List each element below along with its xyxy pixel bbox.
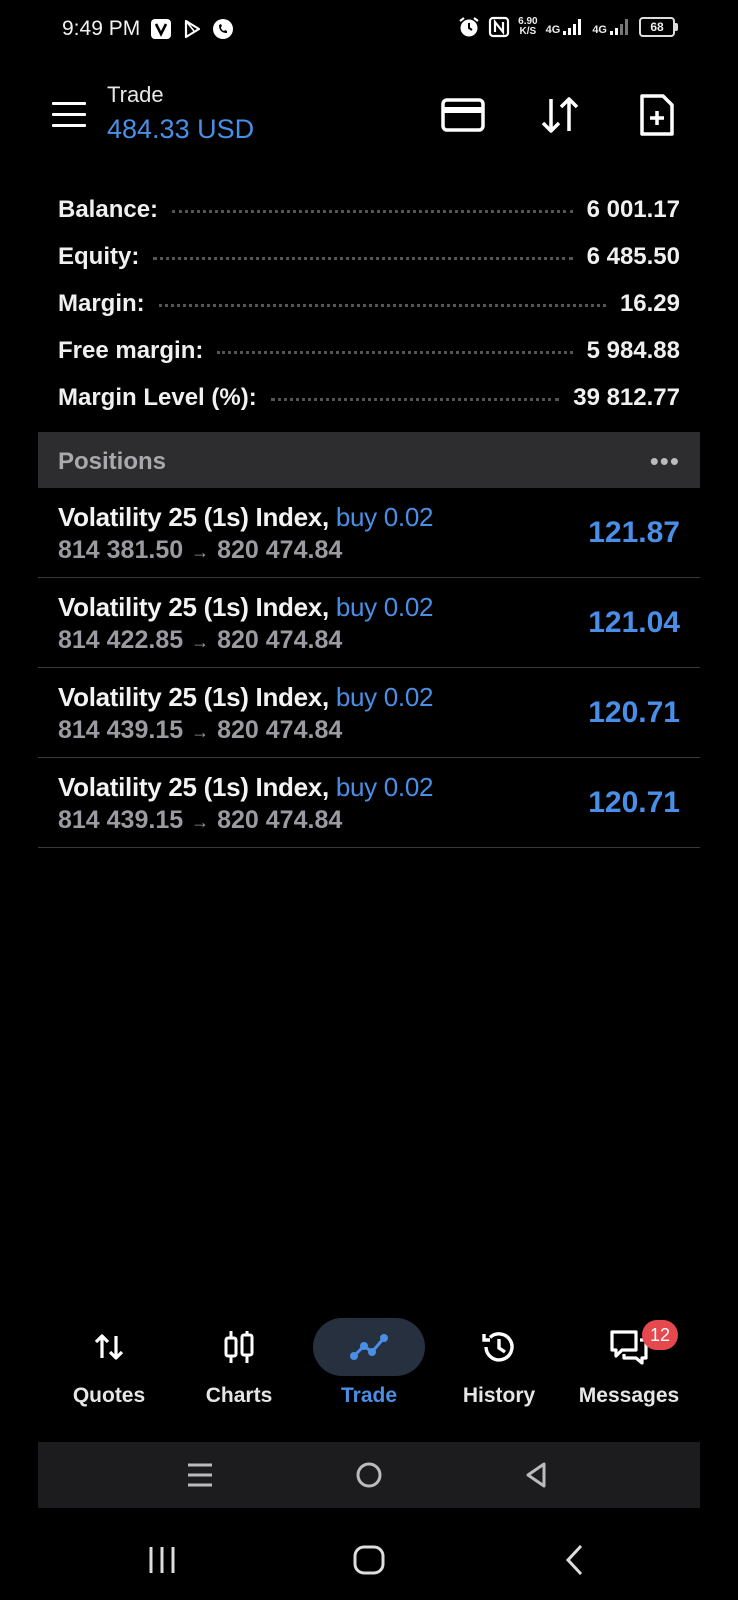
home-square-icon [353, 1545, 385, 1575]
position-side: buy 0.02 [335, 682, 434, 712]
position-symbol: Volatility 25 (1s) Index, [58, 592, 329, 622]
new-order-button[interactable] [632, 90, 682, 140]
arrow-right-icon: → [191, 632, 210, 652]
nav-history[interactable]: History [434, 1310, 564, 1420]
deposit-card-button[interactable] [438, 90, 488, 140]
signal-bars-icon [563, 19, 582, 35]
trend-line-icon [350, 1334, 388, 1360]
menu-lines-icon [188, 1463, 212, 1487]
account-summary: Balance: 6 001.17 Equity: 6 485.50 Margin:… [58, 186, 680, 421]
position-symbol: Volatility 25 (1s) Index, [58, 502, 329, 532]
phone-call-icon [213, 19, 233, 39]
battery-level: 68 [639, 17, 675, 37]
play-store-icon [184, 19, 201, 39]
v-app-icon [151, 19, 171, 39]
position-row[interactable]: Volatility 25 (1s) Index, buy 0.02 814 4… [38, 758, 700, 848]
position-profit: 120.71 [588, 696, 680, 729]
position-row[interactable]: Volatility 25 (1s) Index, buy 0.02 814 4… [38, 668, 700, 758]
alarm-icon [459, 17, 479, 37]
position-symbol: Volatility 25 (1s) Index, [58, 682, 329, 712]
arrow-right-icon: → [191, 812, 210, 832]
status-left-icons [150, 18, 234, 40]
recents-icon [149, 1547, 175, 1573]
nfc-icon [489, 16, 510, 38]
position-current-price: 820 474.84 [217, 536, 343, 564]
signal-1: 4G [546, 18, 585, 36]
bottom-nav: Quotes Charts Trade History 12 Messages [38, 1310, 700, 1420]
app-navigation-strip [38, 1442, 700, 1508]
position-profit: 120.71 [588, 786, 680, 819]
system-home-button[interactable] [344, 1535, 394, 1585]
arrow-right-icon: → [191, 722, 210, 742]
profit-total: 484.33 USD [107, 114, 255, 144]
quotes-arrows-icon [94, 1334, 124, 1360]
positions-list: Volatility 25 (1s) Index, buy 0.02 814 3… [38, 488, 700, 848]
position-row[interactable]: Volatility 25 (1s) Index, buy 0.02 814 4… [38, 578, 700, 668]
unread-badge: 12 [642, 1320, 678, 1350]
home-button[interactable] [346, 1452, 392, 1498]
back-button[interactable] [513, 1452, 559, 1498]
app-header: Trade 484.33 USD [0, 70, 738, 160]
nav-charts[interactable]: Charts [174, 1310, 304, 1420]
position-side: buy 0.02 [335, 502, 434, 532]
chevron-left-icon [565, 1544, 583, 1576]
arrow-right-icon: → [191, 542, 210, 562]
position-current-price: 820 474.84 [217, 806, 343, 834]
summary-row-margin: Margin: 16.29 [58, 289, 680, 317]
position-current-price: 820 474.84 [217, 626, 343, 654]
position-side: buy 0.02 [335, 592, 434, 622]
system-back-button[interactable] [550, 1535, 600, 1585]
status-time: 9:49 PM [62, 17, 141, 40]
back-triangle-icon [526, 1462, 546, 1488]
more-options-icon[interactable]: ••• [650, 446, 680, 477]
system-recents-button[interactable] [137, 1535, 187, 1585]
position-current-price: 820 474.84 [217, 716, 343, 744]
summary-row-balance: Balance: 6 001.17 [58, 195, 680, 223]
position-open-price: 814 422.85 [58, 626, 184, 654]
status-right-icons: 6.90 K/S 4G 4G 68 [458, 16, 678, 38]
signal-2: 4G [592, 18, 631, 36]
nav-quotes[interactable]: Quotes [44, 1310, 174, 1420]
position-open-price: 814 439.15 [58, 716, 184, 744]
position-open-price: 814 381.50 [58, 536, 184, 564]
position-side: buy 0.02 [335, 772, 434, 802]
positions-header: Positions ••• [38, 432, 700, 488]
new-document-icon [640, 94, 674, 136]
battery-indicator: 68 [639, 17, 678, 37]
home-circle-icon [356, 1462, 382, 1488]
nav-messages[interactable]: 12 Messages [564, 1310, 694, 1420]
status-bar: 9:49 PM 6.90 K/S 4G 4G 68 [0, 0, 738, 60]
position-profit: 121.87 [588, 516, 680, 549]
summary-row-free-margin: Free margin: 5 984.88 [58, 336, 680, 364]
summary-row-equity: Equity: 6 485.50 [58, 242, 680, 270]
card-icon [441, 98, 485, 132]
position-open-price: 814 439.15 [58, 806, 184, 834]
summary-row-margin-level: Margin Level (%): 39 812.77 [58, 383, 680, 411]
position-symbol: Volatility 25 (1s) Index, [58, 772, 329, 802]
system-navigation-bar [0, 1525, 738, 1600]
position-profit: 121.04 [588, 606, 680, 639]
signal-bars-icon [610, 19, 628, 35]
sort-button[interactable] [535, 90, 585, 140]
sort-arrows-icon [541, 97, 579, 133]
positions-title: Positions [58, 448, 167, 475]
page-title: Trade [107, 82, 164, 107]
menu-icon[interactable] [52, 102, 86, 128]
history-clock-icon [482, 1332, 514, 1362]
candlestick-icon [224, 1331, 254, 1363]
recent-apps-button[interactable] [177, 1452, 223, 1498]
position-row[interactable]: Volatility 25 (1s) Index, buy 0.02 814 3… [38, 488, 700, 578]
net-speed: 6.90 K/S [518, 16, 538, 37]
nav-trade[interactable]: Trade [304, 1310, 434, 1420]
